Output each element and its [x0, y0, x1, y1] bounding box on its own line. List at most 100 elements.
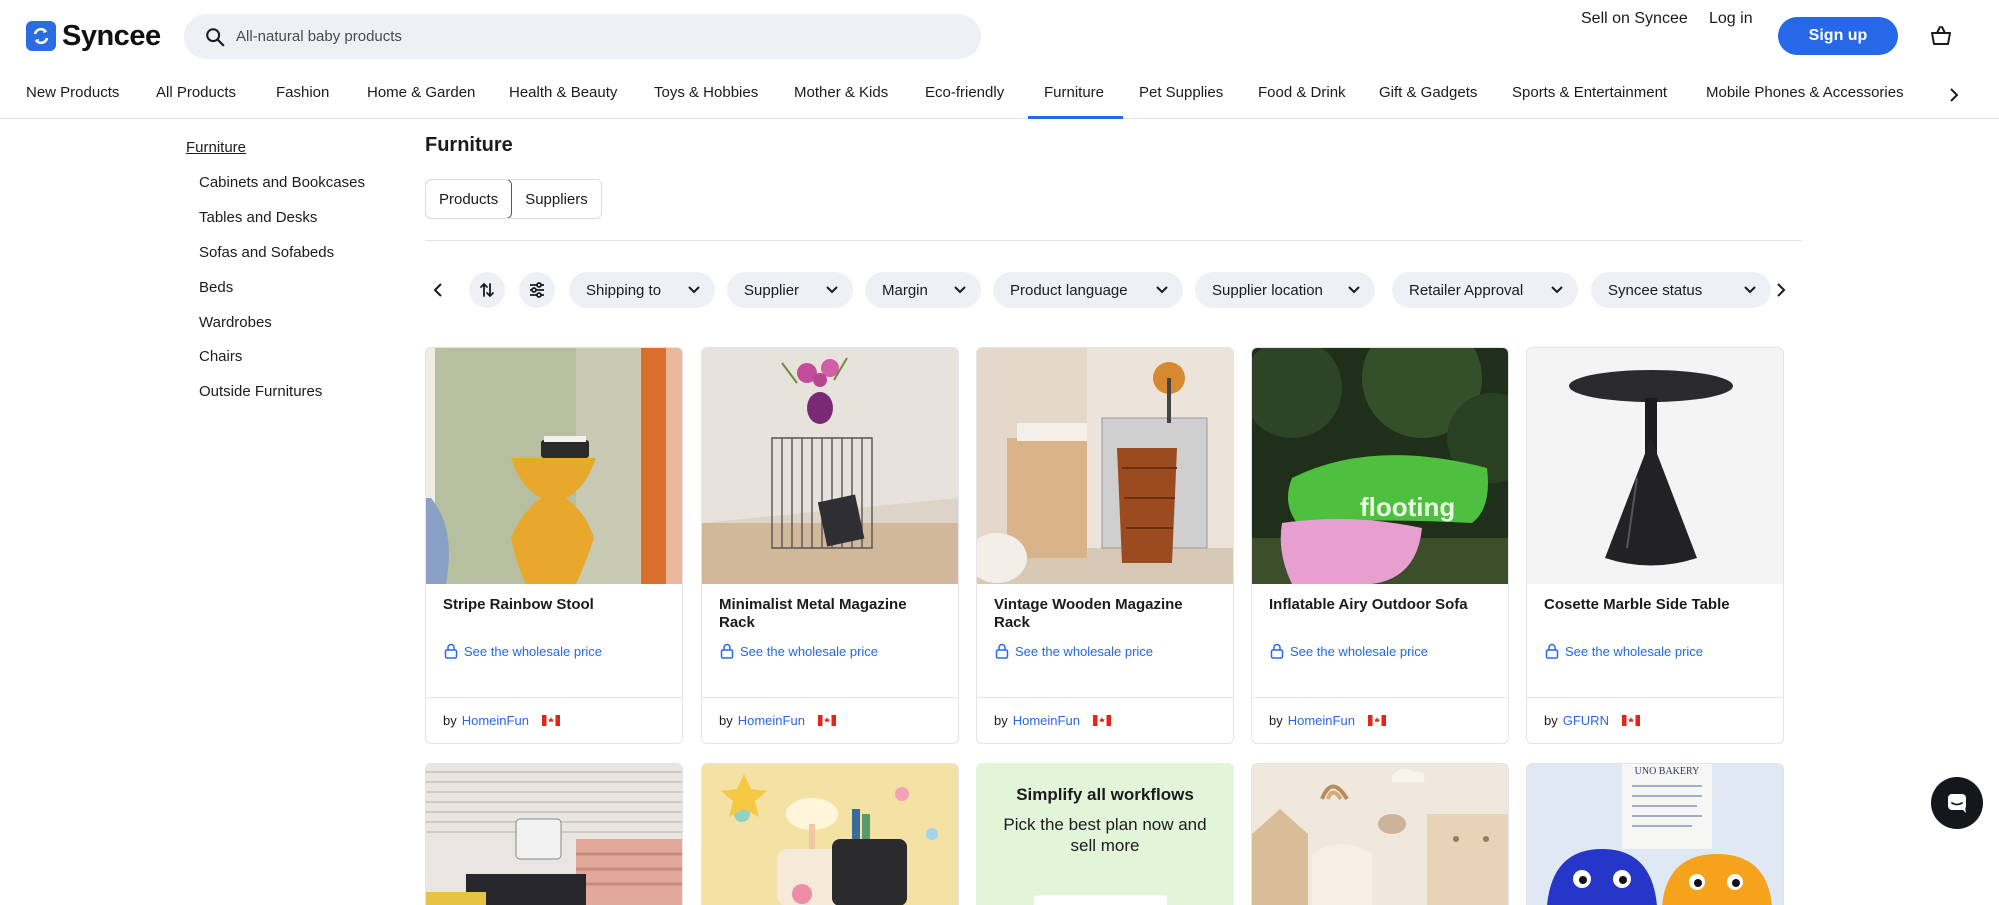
product-name[interactable]: Vintage Wooden Magazine Rack — [994, 596, 1218, 632]
chevron-left-icon[interactable] — [430, 281, 448, 299]
sidebar-item-wardrobes[interactable]: Wardrobes — [199, 314, 272, 331]
filter-margin[interactable]: Margin — [865, 272, 981, 308]
by-label: by — [719, 713, 733, 728]
chevron-down-icon — [1551, 286, 1563, 294]
category-mother-kids[interactable]: Mother & Kids — [794, 84, 888, 101]
product-name[interactable]: Inflatable Airy Outdoor Sofa — [1269, 596, 1493, 614]
product-card[interactable] — [701, 763, 959, 905]
supplier-link[interactable]: GFURN — [1563, 713, 1609, 728]
promo-button[interactable] — [1034, 895, 1167, 905]
sidebar-item-chairs[interactable]: Chairs — [199, 348, 242, 365]
product-card[interactable]: Stripe Rainbow Stool See the wholesale p… — [425, 347, 683, 744]
by-label: by — [994, 713, 1008, 728]
product-name[interactable]: Minimalist Metal Magazine Rack — [719, 596, 943, 632]
product-card[interactable]: UNO BAKERY — [1526, 763, 1784, 905]
category-all-products[interactable]: All Products — [156, 84, 236, 101]
wholesale-price-link[interactable]: See the wholesale price — [1270, 643, 1428, 659]
category-toys-hobbies[interactable]: Toys & Hobbies — [654, 84, 758, 101]
chevron-right-icon[interactable] — [1945, 86, 1963, 104]
login-link[interactable]: Log in — [1709, 10, 1753, 28]
filter-supplier-location[interactable]: Supplier location — [1195, 272, 1375, 308]
brand-name: Syncee — [62, 19, 161, 52]
lock-icon — [720, 643, 734, 659]
tab-products[interactable]: Products — [425, 180, 513, 218]
filter-syncee-status[interactable]: Syncee status — [1591, 272, 1771, 308]
category-food-drink[interactable]: Food & Drink — [1258, 84, 1346, 101]
chevron-down-icon — [1744, 286, 1756, 294]
product-image: UNO BAKERY — [1527, 764, 1783, 905]
filter-label: Product language — [1010, 281, 1128, 299]
syncee-logo[interactable]: Syncee — [26, 19, 161, 52]
product-image — [702, 764, 958, 905]
sidebar-item-cabinets[interactable]: Cabinets and Bookcases — [199, 174, 365, 191]
sidebar-item-beds[interactable]: Beds — [199, 279, 233, 296]
chevron-right-icon[interactable] — [1771, 281, 1789, 299]
lock-icon — [1545, 643, 1559, 659]
by-label: by — [1269, 713, 1283, 728]
sort-button[interactable] — [469, 272, 505, 308]
canada-flag-icon — [817, 715, 836, 726]
product-card[interactable]: flooting Inflatable Airy Outdoor Sofa Se… — [1251, 347, 1509, 744]
filter-label: Retailer Approval — [1409, 281, 1524, 299]
product-image — [1252, 764, 1508, 905]
category-nav: New Products All Products Fashion Home &… — [0, 72, 1999, 119]
product-card[interactable]: Minimalist Metal Magazine Rack See the w… — [701, 347, 959, 744]
promo-card[interactable]: Simplify all workflows Pick the best pla… — [976, 763, 1234, 905]
product-image — [977, 348, 1233, 584]
wholesale-price-link[interactable]: See the wholesale price — [720, 643, 878, 659]
by-label: by — [443, 713, 457, 728]
filter-supplier[interactable]: Supplier — [727, 272, 853, 308]
search-input[interactable] — [236, 28, 936, 45]
category-gift-gadgets[interactable]: Gift & Gadgets — [1379, 84, 1477, 101]
syncee-logo-icon — [26, 21, 56, 51]
product-card[interactable] — [425, 763, 683, 905]
category-sports-entertainment[interactable]: Sports & Entertainment — [1512, 84, 1667, 101]
sliders-icon — [530, 282, 544, 298]
product-card[interactable]: Cosette Marble Side Table See the wholes… — [1526, 347, 1784, 744]
product-card[interactable] — [1251, 763, 1509, 905]
category-health-beauty[interactable]: Health & Beauty — [509, 84, 617, 101]
chat-widget-button[interactable] — [1931, 777, 1983, 829]
category-mobile-phones[interactable]: Mobile Phones & Accessories — [1706, 84, 1904, 101]
filter-retailer-approval[interactable]: Retailer Approval — [1392, 272, 1578, 308]
category-pet-supplies[interactable]: Pet Supplies — [1139, 84, 1223, 101]
lock-icon — [444, 643, 458, 659]
category-fashion[interactable]: Fashion — [276, 84, 329, 101]
category-eco-friendly[interactable]: Eco-friendly — [925, 84, 1004, 101]
wholesale-price-link[interactable]: See the wholesale price — [444, 643, 602, 659]
card-footer: by HomeinFun — [702, 697, 958, 743]
signup-button[interactable]: Sign up — [1778, 17, 1898, 55]
wholesale-price-link[interactable]: See the wholesale price — [1545, 643, 1703, 659]
products-suppliers-toggle: Products Suppliers — [425, 179, 602, 219]
sidebar-item-outside-furnitures[interactable]: Outside Furnitures — [199, 383, 322, 400]
product-card[interactable]: Vintage Wooden Magazine Rack See the who… — [976, 347, 1234, 744]
by-label: by — [1544, 713, 1558, 728]
filter-shipping-to[interactable]: Shipping to — [569, 272, 715, 308]
tab-suppliers[interactable]: Suppliers — [512, 180, 601, 218]
canada-flag-icon — [541, 715, 560, 726]
supplier-link[interactable]: HomeinFun — [462, 713, 529, 728]
product-image: flooting — [1252, 348, 1508, 584]
supplier-link[interactable]: HomeinFun — [1288, 713, 1355, 728]
product-name[interactable]: Cosette Marble Side Table — [1544, 596, 1768, 614]
category-home-garden[interactable]: Home & Garden — [367, 84, 475, 101]
wholesale-price-label: See the wholesale price — [1015, 643, 1154, 659]
cart-icon[interactable] — [1929, 24, 1953, 48]
category-furniture[interactable]: Furniture — [1044, 84, 1104, 101]
filter-label: Syncee status — [1608, 281, 1703, 299]
sidebar-item-tables[interactable]: Tables and Desks — [199, 209, 317, 226]
filter-settings-button[interactable] — [519, 272, 555, 308]
sidebar-item-sofas[interactable]: Sofas and Sofabeds — [199, 244, 334, 261]
supplier-link[interactable]: HomeinFun — [1013, 713, 1080, 728]
product-name[interactable]: Stripe Rainbow Stool — [443, 596, 667, 614]
category-new-products[interactable]: New Products — [26, 84, 119, 101]
sell-on-syncee-link[interactable]: Sell on Syncee — [1581, 10, 1688, 28]
supplier-link[interactable]: HomeinFun — [738, 713, 805, 728]
chevron-down-icon — [1156, 286, 1168, 294]
search-bar[interactable] — [184, 14, 981, 59]
product-image — [1527, 348, 1783, 584]
canada-flag-icon — [1621, 715, 1640, 726]
sidebar-root-furniture[interactable]: Furniture — [186, 139, 246, 156]
filter-product-language[interactable]: Product language — [993, 272, 1183, 308]
wholesale-price-link[interactable]: See the wholesale price — [995, 643, 1153, 659]
